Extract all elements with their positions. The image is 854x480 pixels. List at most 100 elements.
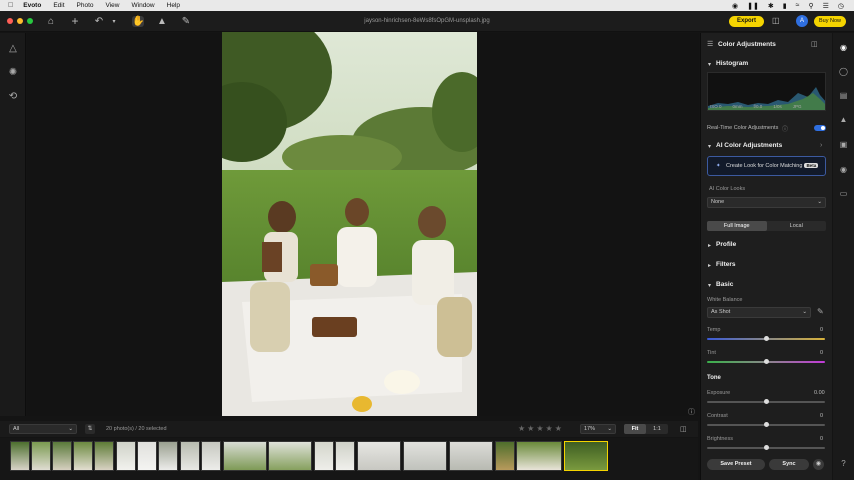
thumbnail[interactable] — [357, 441, 401, 471]
brightness-slider[interactable] — [707, 445, 825, 450]
pause-icon[interactable]: ❚❚ — [747, 2, 759, 10]
home-icon[interactable]: ⌂ — [45, 16, 57, 27]
thumbnail[interactable] — [335, 441, 355, 471]
slider-knob[interactable] — [764, 399, 769, 404]
thumbnail[interactable] — [158, 441, 178, 471]
slider-knob[interactable] — [764, 422, 769, 427]
ai-color-heading[interactable]: AI Color Adjustments — [716, 142, 782, 149]
camera-icon[interactable]: ◉ — [838, 165, 849, 174]
slider-knob[interactable] — [764, 359, 769, 364]
sparkle-icon[interactable]: ✺ — [8, 67, 18, 78]
star-icon[interactable]: ★ — [536, 424, 543, 433]
avatar[interactable]: A — [796, 15, 808, 27]
temp-slider[interactable] — [707, 336, 825, 341]
sort-icon[interactable]: ⇅ — [85, 424, 95, 434]
collapse-icon[interactable]: ▾ — [708, 282, 711, 289]
expand-icon[interactable]: ▸ — [708, 262, 711, 269]
thumbnail[interactable] — [52, 441, 72, 471]
compare-icon[interactable]: ◫ — [772, 16, 780, 25]
brush-tool-icon[interactable]: ✎ — [180, 16, 192, 27]
collapse-icon[interactable]: ▾ — [708, 143, 711, 150]
buy-now-button[interactable]: Buy Now — [814, 16, 846, 27]
menu-photo[interactable]: Photo — [77, 2, 94, 9]
hand-tool-icon[interactable]: ✋ — [132, 15, 144, 27]
menu-edit[interactable]: Edit — [53, 2, 64, 9]
thumbnail[interactable] — [10, 441, 30, 471]
exposure-slider[interactable] — [707, 399, 825, 404]
filters-heading[interactable]: Filters — [716, 261, 736, 268]
save-preset-button[interactable]: Save Preset — [707, 459, 765, 470]
apple-icon[interactable]:  — [8, 2, 13, 9]
main-photo[interactable] — [222, 32, 477, 416]
battery-icon[interactable]: ▮ — [783, 2, 787, 10]
thumbnail-selected[interactable] — [564, 441, 608, 471]
thumbnail[interactable] — [73, 441, 93, 471]
filter-select[interactable]: All ⌄ — [9, 424, 77, 434]
clock-icon[interactable]: ◷ — [838, 2, 844, 10]
thumbnail[interactable] — [31, 441, 51, 471]
panel-layout-icon[interactable]: ◫ — [811, 40, 818, 48]
background-icon[interactable]: ▤ — [838, 91, 849, 100]
sync-button[interactable]: Sync — [769, 459, 809, 470]
menu-view[interactable]: View — [106, 2, 120, 9]
histogram-heading[interactable]: Histogram — [716, 60, 748, 67]
star-icon[interactable]: ★ — [518, 424, 525, 433]
clothing-icon[interactable]: ▲ — [838, 115, 849, 124]
control-center-icon[interactable]: ☰ — [823, 2, 829, 10]
chevron-right-icon[interactable]: › — [820, 142, 822, 149]
palette-icon[interactable]: ◉ — [838, 43, 849, 52]
add-icon[interactable]: + — [69, 14, 81, 28]
folder-icon[interactable]: ▭ — [838, 189, 849, 198]
sync-settings-icon[interactable]: ◉ — [813, 459, 824, 470]
profile-heading[interactable]: Profile — [716, 241, 736, 248]
slider-knob[interactable] — [764, 445, 769, 450]
bluetooth-icon[interactable]: ✱ — [768, 2, 774, 10]
info-icon[interactable]: ⓘ — [688, 407, 695, 417]
create-look-button[interactable]: ✦ Create Look for Color Matching Beta — [707, 156, 826, 176]
undo-icon[interactable]: ↶ — [93, 16, 105, 27]
face-icon[interactable]: ◯ — [838, 67, 849, 76]
one-to-one-button[interactable]: 1:1 — [646, 424, 668, 434]
star-icon[interactable]: ★ — [527, 424, 534, 433]
thumbnail[interactable] — [94, 441, 114, 471]
chevron-down-icon[interactable]: ▾ — [108, 18, 120, 25]
adjust-icon[interactable]: △ — [8, 43, 18, 54]
thumbnail[interactable] — [116, 441, 136, 471]
tab-full-image[interactable]: Full Image — [707, 221, 767, 231]
expand-icon[interactable]: ▸ — [708, 242, 711, 249]
fit-button[interactable]: Fit — [624, 424, 646, 434]
menu-help[interactable]: Help — [167, 2, 180, 9]
history-icon[interactable]: ⟲ — [8, 91, 18, 102]
white-balance-select[interactable]: As Shot ⌄ — [707, 307, 811, 318]
tint-slider[interactable] — [707, 359, 825, 364]
help-icon[interactable]: ⓘ — [782, 124, 788, 133]
thumbnail[interactable] — [223, 441, 267, 471]
thumbnail[interactable] — [137, 441, 157, 471]
eyedropper-icon[interactable]: ✎ — [817, 307, 824, 316]
thumbnail[interactable] — [268, 441, 312, 471]
menu-window[interactable]: Window — [132, 2, 155, 9]
search-icon[interactable]: ⚲ — [808, 2, 813, 10]
wifi-icon[interactable]: ≈ — [796, 2, 800, 10]
basic-heading[interactable]: Basic — [716, 281, 733, 288]
tab-local[interactable]: Local — [767, 221, 827, 231]
help-icon[interactable]: ? — [838, 459, 849, 468]
stamp-tool-icon[interactable]: ▲ — [156, 16, 168, 27]
slider-knob[interactable] — [764, 336, 769, 341]
close-window-button[interactable] — [7, 18, 13, 24]
panel-toggle-icon[interactable]: ◫ — [680, 425, 687, 433]
star-icon[interactable]: ★ — [546, 424, 553, 433]
zoom-window-button[interactable] — [27, 18, 33, 24]
crop-icon[interactable]: ▣ — [838, 140, 849, 149]
star-icon[interactable]: ★ — [555, 424, 562, 433]
export-button[interactable]: Export — [729, 16, 764, 27]
thumbnail[interactable] — [180, 441, 200, 471]
zoom-select[interactable]: 17% ⌄ — [580, 424, 616, 434]
thumbnail[interactable] — [314, 441, 334, 471]
thumbnail[interactable] — [201, 441, 221, 471]
thumbnail[interactable] — [495, 441, 515, 471]
status-app-icon[interactable]: ◉ — [732, 2, 738, 10]
collapse-icon[interactable]: ▾ — [708, 61, 711, 68]
ai-looks-select[interactable]: None ⌄ — [707, 197, 826, 208]
contrast-slider[interactable] — [707, 422, 825, 427]
